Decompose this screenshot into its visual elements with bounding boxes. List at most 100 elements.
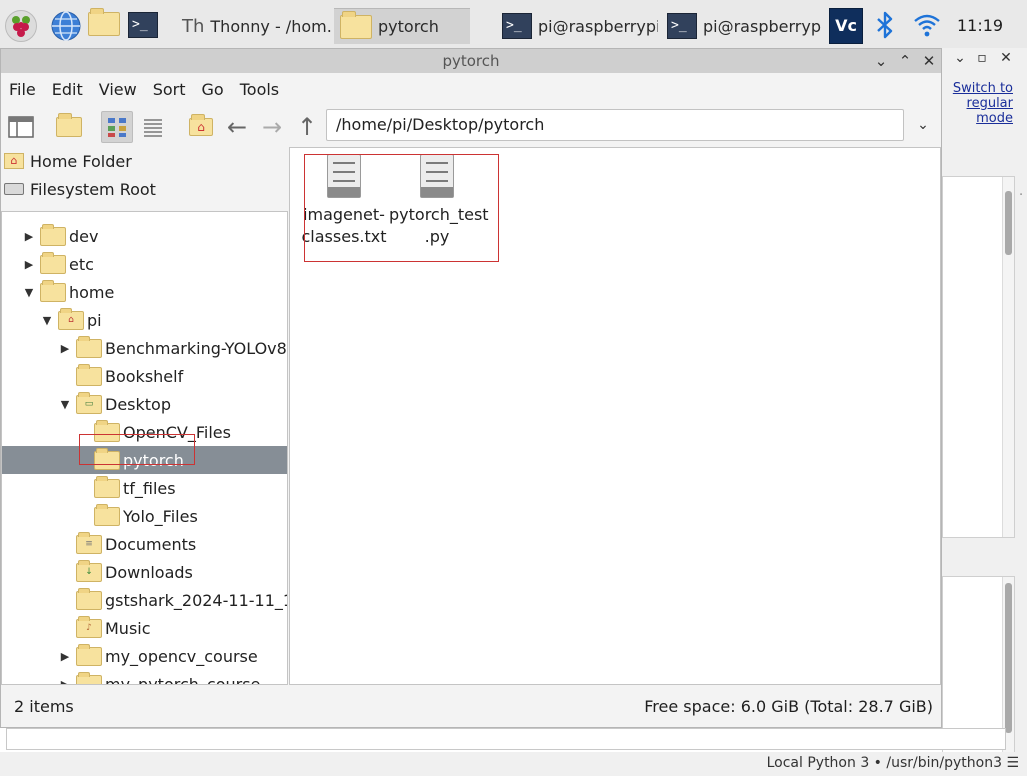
up-arrow-icon[interactable]: ↑	[291, 111, 323, 143]
switch-mode-link[interactable]: Switch to regular mode	[943, 81, 1013, 126]
menu-edit[interactable]: Edit	[44, 77, 91, 103]
place-home-folder[interactable]: ⌂ Home Folder	[1, 147, 288, 175]
collapse-arrow-icon[interactable]: ▼	[40, 314, 54, 327]
tree-item-documents[interactable]: ≡ Documents	[2, 530, 287, 558]
interpreter-status[interactable]: Local Python 3 • /usr/bin/python3 ☰	[767, 755, 1019, 771]
task-terminal-2-label: pi@raspberrypi:...	[703, 16, 821, 36]
editor-pane[interactable]	[942, 176, 1015, 538]
tree-item-label: Yolo_Files	[123, 506, 198, 526]
tree-item-home[interactable]: ▼ home	[2, 278, 287, 306]
clock[interactable]: 11:19	[957, 16, 1003, 35]
tree-item-dev[interactable]: ▶ dev	[2, 222, 287, 250]
toolbar: ⌂ ← → ↑ /home/pi/Desktop/pytorch ⌄	[1, 107, 941, 147]
directory-tree[interactable]: ▶ dev ▶ etc ▼ home ▼ ⌂ pi ▶ Benchmarking-YOLOv…	[1, 211, 288, 685]
raspberry-menu-icon[interactable]	[5, 10, 37, 42]
file-view[interactable]: imagenet- classes.txt pytorch_test .py	[289, 147, 941, 685]
file-item-imagenet-classes[interactable]: imagenet- classes.txt	[296, 154, 392, 248]
desktop-folder-icon: ▭	[76, 391, 102, 414]
menu-go[interactable]: Go	[194, 77, 232, 103]
close-icon[interactable]: ✕	[919, 51, 939, 71]
tree-item-tf-files[interactable]: tf_files	[2, 474, 287, 502]
minimize-icon[interactable]: ⌄	[871, 51, 891, 71]
icon-view-icon[interactable]	[101, 111, 133, 143]
task-terminal-2[interactable]: >_ pi@raspberrypi:...	[661, 8, 821, 44]
tree-item-opencv-files[interactable]: OpenCV_Files	[2, 418, 287, 446]
statusbar: 2 items Free space: 6.0 GiB (Total: 28.7…	[1, 689, 941, 725]
scrollbar-thumb[interactable]	[1005, 583, 1012, 733]
task-terminal-1[interactable]: >_ pi@raspberrypi:...	[496, 8, 658, 44]
file-item-pytorch-test[interactable]: pytorch_test .py	[389, 154, 489, 248]
tree-item-yolo-files[interactable]: Yolo_Files	[2, 502, 287, 530]
tree-item-label: dev	[69, 226, 99, 246]
tree-item-pytorch[interactable]: pytorch	[2, 446, 287, 474]
tree-item-label: pytorch	[123, 450, 184, 470]
expand-arrow-icon[interactable]: ▶	[22, 230, 36, 243]
menu-file[interactable]: File	[1, 77, 44, 103]
bluetooth-icon[interactable]	[874, 10, 896, 44]
menu-sort[interactable]: Sort	[145, 77, 194, 103]
place-filesystem-root[interactable]: Filesystem Root	[1, 175, 288, 203]
tree-item-label: Bookshelf	[105, 366, 184, 386]
place-label: Filesystem Root	[30, 179, 156, 199]
expand-arrow-icon[interactable]: ▶	[58, 678, 72, 685]
new-folder-icon[interactable]	[53, 111, 85, 143]
forward-arrow-icon[interactable]: →	[256, 111, 288, 143]
task-pytorch[interactable]: pytorch	[334, 8, 470, 44]
browser-icon[interactable]	[50, 10, 82, 42]
collapse-arrow-icon[interactable]: ▼	[22, 286, 36, 299]
tree-item-bookshelf[interactable]: Bookshelf	[2, 362, 287, 390]
maximize-icon[interactable]: ⌃	[895, 51, 915, 71]
taskbar: >_ Th Thonny - /hom... pytorch >_ pi@ras…	[0, 0, 1027, 52]
editor-scrollbar[interactable]	[1002, 177, 1014, 537]
tree-item-gstshark[interactable]: gstshark_2024-11-11_13:2	[2, 586, 287, 614]
window-title: pytorch	[442, 52, 500, 70]
tree-item-downloads[interactable]: ↓ Downloads	[2, 558, 287, 586]
folder-icon	[94, 447, 120, 470]
window-titlebar[interactable]: pytorch	[1, 49, 941, 73]
places-panel: ⌂ Home Folder Filesystem Root	[1, 147, 288, 207]
file-manager-window: pytorch ⌄ ⌃ ✕ File Edit View Sort Go Too…	[0, 48, 942, 728]
back-arrow-icon[interactable]: ←	[221, 111, 253, 143]
menu-view[interactable]: View	[91, 77, 145, 103]
tree-item-benchmarking[interactable]: ▶ Benchmarking-YOLOv8-on	[2, 334, 287, 362]
tree-item-my-pytorch-course[interactable]: ▶ my_pytorch_course	[2, 670, 287, 685]
item-count: 2 items	[14, 697, 74, 716]
thonny-icon: Th	[182, 15, 205, 37]
expand-arrow-icon[interactable]: ▶	[58, 342, 72, 355]
restore-icon[interactable]: ▫	[972, 50, 992, 66]
expand-arrow-icon[interactable]: ▶	[58, 650, 72, 663]
terminal-launcher-icon[interactable]: >_	[128, 12, 158, 38]
tree-item-desktop[interactable]: ▼ ▭ Desktop	[2, 390, 287, 418]
task-thonny[interactable]: Th Thonny - /hom...	[176, 8, 332, 44]
tree-item-label: Desktop	[105, 394, 171, 414]
thonny-statusbar: Local Python 3 • /usr/bin/python3 ☰	[0, 752, 1027, 776]
home-icon[interactable]: ⌂	[185, 111, 217, 143]
tree-item-etc[interactable]: ▶ etc	[2, 250, 287, 278]
new-window-icon[interactable]	[5, 111, 37, 143]
tree-item-label: Music	[105, 618, 151, 638]
close-icon[interactable]: ✕	[996, 50, 1016, 66]
folder-icon	[94, 503, 120, 526]
chevron-down-icon[interactable]: ⌄	[950, 50, 970, 66]
folder-icon	[40, 279, 66, 302]
collapse-arrow-icon[interactable]: ▼	[58, 398, 72, 411]
tree-item-my-opencv-course[interactable]: ▶ my_opencv_course	[2, 642, 287, 670]
text-file-icon	[327, 154, 361, 198]
tree-item-label: my_pytorch_course	[105, 674, 261, 685]
tree-item-music[interactable]: ♪ Music	[2, 614, 287, 642]
menu-tools[interactable]: Tools	[232, 77, 287, 103]
tree-item-label: home	[69, 282, 115, 302]
file-manager-launcher-icon[interactable]	[88, 8, 120, 36]
expand-arrow-icon[interactable]: ▶	[22, 258, 36, 271]
chevron-down-icon[interactable]: ⌄	[911, 111, 935, 139]
vnc-icon[interactable]: Vc	[829, 8, 863, 44]
scrollbar-thumb[interactable]	[1005, 191, 1012, 255]
list-view-icon[interactable]	[137, 111, 169, 143]
tree-item-label: pi	[87, 310, 102, 330]
wifi-icon[interactable]	[912, 10, 942, 44]
file-name-line1: pytorch_test	[389, 205, 489, 224]
path-field[interactable]: /home/pi/Desktop/pytorch	[326, 109, 904, 141]
folder-icon	[76, 335, 102, 358]
shell-input-line[interactable]	[6, 728, 1006, 750]
tree-item-pi[interactable]: ▼ ⌂ pi	[2, 306, 287, 334]
